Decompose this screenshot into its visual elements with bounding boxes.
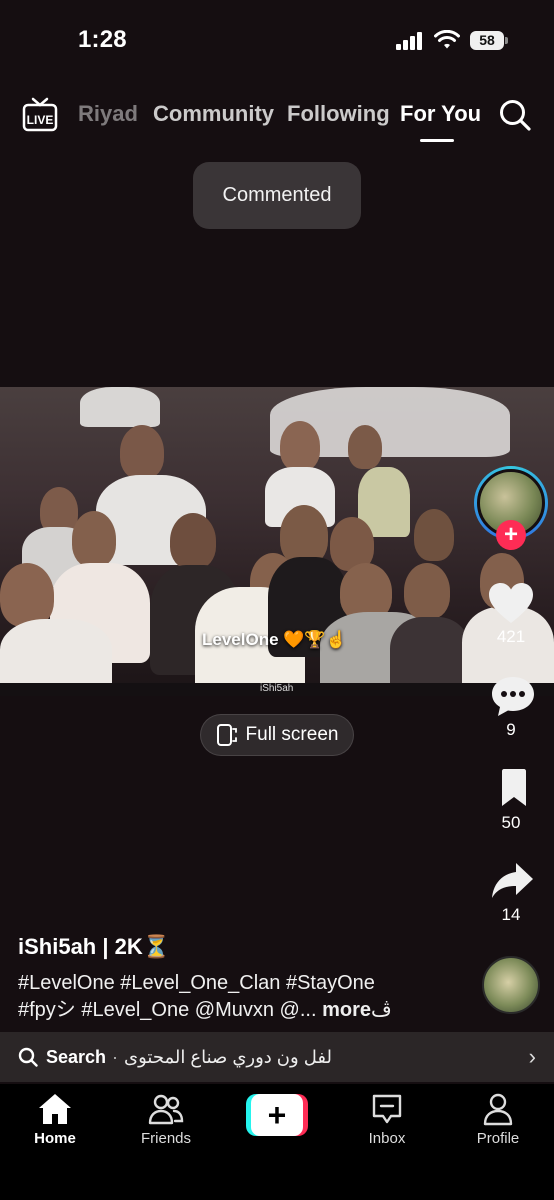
save-count: 50 bbox=[501, 813, 521, 832]
comment-icon[interactable] bbox=[489, 675, 537, 719]
share-count: 14 bbox=[501, 905, 521, 924]
full-screen-button[interactable]: Full screen bbox=[200, 714, 354, 756]
full-screen-icon bbox=[216, 724, 237, 746]
more-suffix: ڤ bbox=[370, 999, 392, 1021]
video-player[interactable]: LevelOne 🧡🏆☝️ iShi5ah bbox=[0, 387, 554, 696]
home-icon bbox=[39, 1094, 71, 1124]
share-icon[interactable] bbox=[489, 860, 537, 902]
toast-text: Commented bbox=[222, 184, 332, 206]
inbox-icon bbox=[372, 1094, 402, 1124]
bottom-navigation: Home Friends + Inbox Profile bbox=[0, 1084, 554, 1200]
live-label: LIVE bbox=[27, 113, 54, 127]
nav-profile[interactable]: Profile bbox=[453, 1092, 543, 1147]
comment-count: 9 bbox=[506, 720, 516, 739]
chevron-right-icon: › bbox=[528, 1044, 536, 1069]
post-description[interactable]: #LevelOne #Level_One_Clan #StayOne #fpyシ… bbox=[18, 970, 458, 1024]
battery-cap bbox=[505, 37, 508, 44]
more-link[interactable]: more bbox=[322, 999, 371, 1021]
video-caption: LevelOne 🧡🏆☝️ bbox=[202, 630, 347, 649]
search-icon bbox=[18, 1047, 38, 1067]
status-time: 1:28 bbox=[78, 26, 127, 53]
description-line-1: #LevelOne #Level_One_Clan #StayOne bbox=[18, 972, 375, 994]
wifi-icon bbox=[434, 30, 460, 49]
like-count: 421 bbox=[496, 627, 526, 646]
battery-indicator: 58 bbox=[470, 31, 504, 50]
nav-home-label: Home bbox=[34, 1130, 76, 1147]
friends-icon bbox=[148, 1094, 184, 1125]
nav-inbox[interactable]: Inbox bbox=[342, 1092, 432, 1147]
tab-community[interactable]: Community bbox=[153, 101, 274, 127]
nav-profile-label: Profile bbox=[476, 1130, 520, 1147]
tab-for-you[interactable]: For You bbox=[400, 101, 481, 127]
heart-icon[interactable] bbox=[487, 581, 535, 625]
description-line-2-wrap: #fpyシ #Level_One @Muvxn @... moreڤ bbox=[18, 997, 458, 1024]
music-disc[interactable] bbox=[482, 956, 540, 1014]
description-line-2: #fpyシ #Level_One @Muvxn @... bbox=[18, 999, 317, 1021]
search-query: لفل ون دوري صناع المحتوى bbox=[124, 1046, 332, 1067]
video-watermark: iShi5ah bbox=[260, 683, 294, 694]
create-button[interactable]: + bbox=[246, 1094, 308, 1136]
nav-friends-label: Friends bbox=[140, 1130, 192, 1147]
live-icon[interactable]: LIVE bbox=[22, 96, 58, 132]
search-icon[interactable] bbox=[498, 98, 532, 132]
nav-home[interactable]: Home bbox=[10, 1092, 100, 1147]
post-author[interactable]: iShi5ah | 2K⏳ bbox=[18, 934, 170, 960]
tab-following[interactable]: Following bbox=[287, 101, 390, 127]
cellular-signal-icon bbox=[396, 32, 424, 50]
related-search-bar[interactable]: Search · لفل ون دوري صناع المحتوى › bbox=[0, 1032, 554, 1082]
commented-toast: Commented bbox=[193, 162, 361, 229]
nav-friends[interactable]: Friends bbox=[121, 1092, 211, 1147]
active-tab-indicator bbox=[420, 139, 454, 142]
tab-riyad[interactable]: Riyad bbox=[78, 101, 138, 127]
search-separator: · bbox=[112, 1046, 119, 1067]
nav-inbox-label: Inbox bbox=[368, 1130, 406, 1147]
plus-icon: + bbox=[251, 1094, 303, 1136]
bookmark-icon[interactable] bbox=[490, 768, 538, 808]
follow-button[interactable]: + bbox=[496, 520, 526, 550]
profile-icon bbox=[483, 1093, 513, 1126]
search-label: Search bbox=[46, 1046, 107, 1067]
full-screen-label: Full screen bbox=[245, 724, 339, 745]
